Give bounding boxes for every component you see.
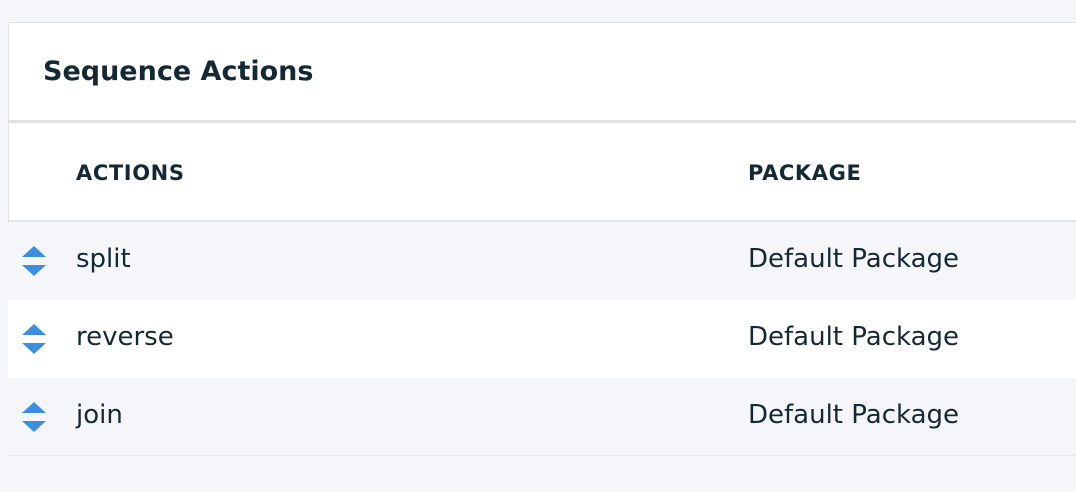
drag-sort-icon[interactable] [22,323,46,355]
action-name: join [76,400,123,430]
table-body: split Default Package reverse Default Pa… [8,222,1076,456]
sequence-actions-panel: Sequence Actions ACTIONS PACKAGE split D… [8,22,1076,456]
table-header: ACTIONS PACKAGE [8,120,1076,222]
column-header-package: PACKAGE [748,161,862,185]
panel-title: Sequence Actions [43,56,314,87]
column-header-actions: ACTIONS [76,161,185,185]
drag-sort-icon[interactable] [22,245,46,277]
action-package: Default Package [748,322,960,352]
table-row: split Default Package [8,222,1076,300]
action-package: Default Package [748,400,960,430]
drag-sort-icon[interactable] [22,401,46,433]
action-name: reverse [76,322,174,352]
panel-header: Sequence Actions [8,22,1076,120]
table-row: join Default Package [8,378,1076,456]
action-name: split [76,244,131,274]
table-row: reverse Default Package [8,300,1076,378]
action-package: Default Package [748,244,960,274]
